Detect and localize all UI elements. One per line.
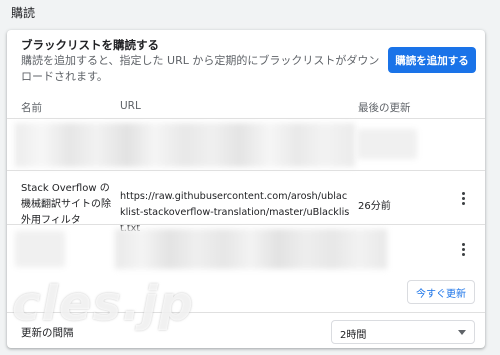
subscription-card: ブラックリストを購読する 購読を追加すると、指定した URL から定期的にブラッ… [7,30,485,348]
subscription-row: Stack Overflow の機械翻訳サイトの除外用フィルタ https://… [7,170,485,234]
subscription-row-redacted-2 [7,224,485,273]
column-header-url: URL [120,100,141,112]
section-title: 購読 [11,6,36,20]
add-subscription-button[interactable]: 購読を追加する [388,47,476,73]
column-header-name: 名前 [21,102,42,114]
subscribe-description: 購読を追加すると、指定した URL から定期的にブラックリストがダウンロードされ… [21,54,380,83]
update-interval-value: 2時間 [340,330,367,341]
subscription-row-redacted-1 [7,118,485,171]
subscription-updated: 26分前 [358,201,391,212]
subscription-name: Stack Overflow の機械翻訳サイトの除外用フィルタ [21,183,111,226]
update-interval-label: 更新の間隔 [21,327,74,339]
more-vert-icon[interactable] [455,239,471,259]
redacted-content [15,123,355,167]
subscribe-heading: ブラックリストを購読する [21,38,159,52]
redacted-name [15,231,65,267]
update-interval-row: 更新の間隔 2時間 [7,312,485,348]
redacted-url [115,229,387,269]
chevron-down-icon [458,330,466,335]
update-interval-select[interactable]: 2時間 [331,320,475,344]
more-vert-icon[interactable] [455,188,471,208]
update-now-button[interactable]: 今すぐ更新 [407,280,475,304]
column-header-updated: 最後の更新 [358,102,411,114]
redacted-time [357,129,417,159]
